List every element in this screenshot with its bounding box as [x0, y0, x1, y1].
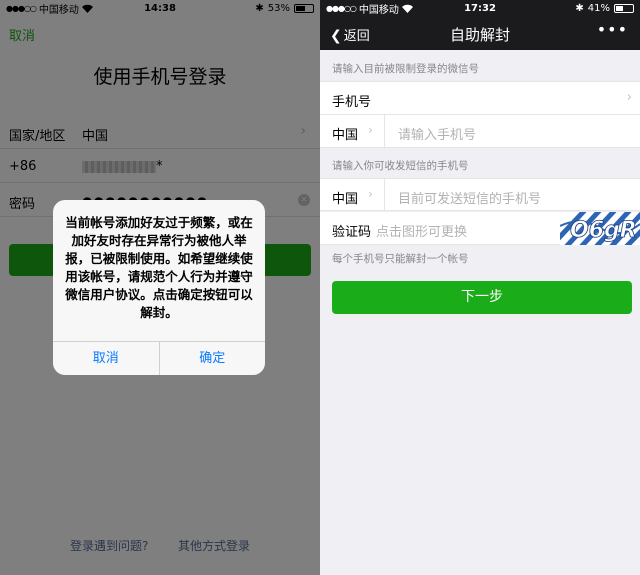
- phone-row-label: 手机号: [332, 95, 372, 110]
- chevron-right-icon: ›: [368, 123, 373, 137]
- captcha-row: 验证码 点击图形可更换 O6gR: [320, 212, 640, 245]
- bluetooth-icon: ✱: [575, 2, 584, 14]
- more-icon[interactable]: •••: [597, 20, 628, 39]
- battery-percent: 41%: [587, 2, 610, 14]
- hint-restricted: 请输入目前被限制登录的微信号: [332, 63, 479, 75]
- chevron-right-icon: ›: [368, 187, 373, 201]
- hint-bottom: 每个手机号只能解封一个帐号: [332, 253, 469, 265]
- captcha-text: O6gR: [570, 218, 637, 243]
- hint-sms: 请输入你可收发短信的手机号: [332, 160, 469, 172]
- sms-phone-input[interactable]: 目前可发送短信的手机号: [398, 188, 541, 207]
- navigation-bar: ❮ 返回 自助解封 •••: [320, 16, 640, 50]
- alert-cancel-button[interactable]: 取消: [53, 342, 159, 375]
- country-code[interactable]: 中国: [332, 124, 358, 143]
- page-title: 自助解封: [449, 26, 510, 44]
- battery-icon: [614, 3, 634, 13]
- left-phone-screen: ●●●○○中国移动 14:38 ✱53% 取消 使用手机号登录 国家/地区 中国…: [0, 0, 320, 575]
- status-bar: ●●●○○ 中国移动 17:32 ✱ 41%: [320, 0, 640, 16]
- alert-confirm-button[interactable]: 确定: [158, 342, 266, 375]
- phone-selector-row[interactable]: 手机号 ›: [320, 82, 640, 115]
- alert-message: 当前帐号添加好友过于频繁，或在加好友时存在异常行为被他人举报，已被限制使用。如希…: [65, 215, 253, 320]
- country-code-2[interactable]: 中国: [332, 188, 358, 207]
- alert-dialog: 当前帐号添加好友过于频繁，或在加好友时存在异常行为被他人举报，已被限制使用。如希…: [53, 200, 265, 375]
- sms-phone-row: 中国 › 目前可发送短信的手机号: [320, 178, 640, 211]
- right-phone-screen: ●●●○○ 中国移动 17:32 ✱ 41% ❮ 返回 自助解封 ••• 请输入目前被…: [320, 0, 640, 575]
- captcha-label: 验证码: [332, 225, 372, 240]
- next-button[interactable]: 下一步: [332, 281, 632, 314]
- chevron-right-icon: ›: [626, 90, 632, 105]
- phone-input[interactable]: 请输入手机号: [398, 124, 476, 143]
- captcha-image[interactable]: O6gR: [560, 212, 640, 245]
- captcha-input[interactable]: 点击图形可更换: [376, 221, 467, 240]
- phone-input-row: 中国 › 请输入手机号: [320, 115, 640, 148]
